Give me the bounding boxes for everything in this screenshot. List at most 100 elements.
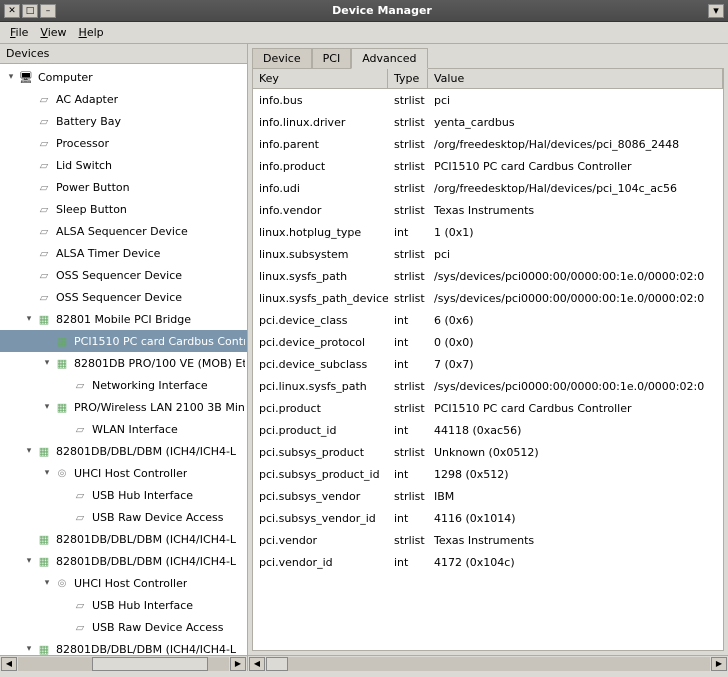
table-row[interactable]: info.vendorstrlistTexas Instruments [253,199,723,221]
tree-row[interactable]: USB Raw Device Access [0,616,247,638]
tree-row[interactable]: Processor [0,132,247,154]
window-close-button[interactable]: ✕ [4,4,20,18]
devices-panel-header: Devices [0,44,247,64]
tree-row[interactable]: ▾Computer [0,66,247,88]
scroll-left-icon[interactable]: ◀ [1,657,17,671]
tree-item-label: USB Raw Device Access [92,511,223,524]
table-row[interactable]: pci.product_idint44118 (0xac56) [253,419,723,441]
tab-device[interactable]: Device [252,48,312,68]
tree-item-label: UHCI Host Controller [74,577,187,590]
tree-row[interactable]: PCI1510 PC card Cardbus Contr [0,330,247,352]
cell-key: info.linux.driver [253,114,388,131]
device-icon [36,114,52,128]
tree-row[interactable]: ▾ UHCI Host Controller [0,572,247,594]
tree-row[interactable]: ▾82801DB/DBL/DBM (ICH4/ICH4-L [0,440,247,462]
tree-row[interactable]: OSS Sequencer Device [0,286,247,308]
tree-row[interactable]: OSS Sequencer Device [0,264,247,286]
device-icon [36,180,52,194]
tree-item-label: Power Button [56,181,130,194]
tab-pci[interactable]: PCI [312,48,352,68]
tree-row[interactable]: ▾82801 Mobile PCI Bridge [0,308,247,330]
tree-row[interactable]: USB Hub Interface [0,594,247,616]
expand-toggle-icon[interactable]: ▾ [22,314,36,324]
table-row[interactable]: pci.subsys_vendorstrlistIBM [253,485,723,507]
cell-key: pci.device_class [253,312,388,329]
tree-row[interactable]: Sleep Button [0,198,247,220]
column-header-value[interactable]: Value [428,69,723,88]
table-row[interactable]: linux.sysfs_pathstrlist/sys/devices/pci0… [253,265,723,287]
tree-row[interactable]: ALSA Timer Device [0,242,247,264]
tree-row[interactable]: Networking Interface [0,374,247,396]
expand-toggle-icon[interactable]: ▾ [22,644,36,654]
cell-type: strlist [388,488,428,505]
cell-value: Texas Instruments [428,202,723,219]
column-header-type[interactable]: Type [388,69,428,88]
expand-toggle-icon[interactable]: ▾ [40,402,54,412]
tabs: Device PCI Advanced [248,44,728,68]
tree-row[interactable]: USB Hub Interface [0,484,247,506]
cell-type: strlist [388,180,428,197]
menu-file[interactable]: File [4,24,34,41]
expand-toggle-icon[interactable]: ▾ [22,556,36,566]
window-minimize-button[interactable]: – [40,4,56,18]
tab-advanced[interactable]: Advanced [351,48,427,69]
tree-row[interactable]: ▾PRO/Wireless LAN 2100 3B Min [0,396,247,418]
properties-table-body[interactable]: info.busstrlistpciinfo.linux.driverstrli… [253,89,723,650]
tree-row[interactable]: ▾UHCI Host Controller [0,462,247,484]
window-maximize-button[interactable]: □ [22,4,38,18]
table-row[interactable]: linux.sysfs_path_devicestrlist/sys/devic… [253,287,723,309]
table-row[interactable]: info.parentstrlist/org/freedesktop/Hal/d… [253,133,723,155]
tree-row[interactable]: WLAN Interface [0,418,247,440]
tree-row[interactable]: ALSA Sequencer Device [0,220,247,242]
table-row[interactable]: pci.vendorstrlistTexas Instruments [253,529,723,551]
tree-row[interactable]: AC Adapter [0,88,247,110]
table-row[interactable]: info.udistrlist/org/freedesktop/Hal/devi… [253,177,723,199]
column-header-key[interactable]: Key [253,69,388,88]
tree-row[interactable]: ▾82801DB/DBL/DBM (ICH4/ICH4-L [0,638,247,655]
table-row[interactable]: pci.device_classint6 (0x6) [253,309,723,331]
cell-key: pci.subsys_product_id [253,466,388,483]
expand-toggle-icon[interactable]: ▾ [40,468,54,478]
device-tree[interactable]: ▾ComputerAC AdapterBattery BayProcessorL… [0,64,247,655]
tree-row[interactable]: Power Button [0,176,247,198]
table-row[interactable]: pci.vendor_idint4172 (0x104c) [253,551,723,573]
tree-row[interactable]: Battery Bay [0,110,247,132]
table-row[interactable]: info.linux.driverstrlistyenta_cardbus [253,111,723,133]
table-row[interactable]: linux.hotplug_typeint1 (0x1) [253,221,723,243]
menu-view[interactable]: View [34,24,72,41]
cell-key: linux.subsystem [253,246,388,263]
table-row[interactable]: info.busstrlistpci [253,89,723,111]
cell-value: 1298 (0x512) [428,466,723,483]
menu-help[interactable]: Help [73,24,110,41]
tree-item-label: USB Hub Interface [92,489,193,502]
tree-row[interactable]: Lid Switch [0,154,247,176]
expand-toggle-icon[interactable]: ▾ [40,578,54,588]
table-row[interactable]: pci.subsys_vendor_idint4116 (0x1014) [253,507,723,529]
tree-row[interactable]: 82801DB/DBL/DBM (ICH4/ICH4-L [0,528,247,550]
table-row[interactable]: pci.subsys_product_idint1298 (0x512) [253,463,723,485]
expand-toggle-icon[interactable]: ▾ [4,72,18,82]
cell-value: /org/freedesktop/Hal/devices/pci_104c_ac… [428,180,723,197]
tree-row[interactable]: ▾82801DB PRO/100 VE (MOB) Et [0,352,247,374]
expand-toggle-icon[interactable]: ▾ [40,358,54,368]
cell-value: 4172 (0x104c) [428,554,723,571]
table-row[interactable]: pci.productstrlistPCI1510 PC card Cardbu… [253,397,723,419]
table-row[interactable]: pci.device_protocolint0 (0x0) [253,331,723,353]
table-row[interactable]: pci.device_subclassint7 (0x7) [253,353,723,375]
window-menu-button[interactable]: ▾ [708,4,724,18]
table-horizontal-scrollbar[interactable]: ◀ ▶ [248,655,728,671]
table-row[interactable]: info.productstrlistPCI1510 PC card Cardb… [253,155,723,177]
cell-type: int [388,510,428,527]
table-row[interactable]: linux.subsystemstrlistpci [253,243,723,265]
cell-key: pci.vendor_id [253,554,388,571]
scroll-right-icon[interactable]: ▶ [230,657,246,671]
tree-row[interactable]: ▾82801DB/DBL/DBM (ICH4/ICH4-L [0,550,247,572]
expand-toggle-icon[interactable]: ▾ [22,446,36,456]
scroll-left-icon[interactable]: ◀ [249,657,265,671]
chip-icon [36,312,52,326]
table-row[interactable]: pci.linux.sysfs_pathstrlist/sys/devices/… [253,375,723,397]
tree-horizontal-scrollbar[interactable]: ◀ ▶ [0,655,248,671]
tree-row[interactable]: USB Raw Device Access [0,506,247,528]
scroll-right-icon[interactable]: ▶ [711,657,727,671]
table-row[interactable]: pci.subsys_productstrlistUnknown (0x0512… [253,441,723,463]
